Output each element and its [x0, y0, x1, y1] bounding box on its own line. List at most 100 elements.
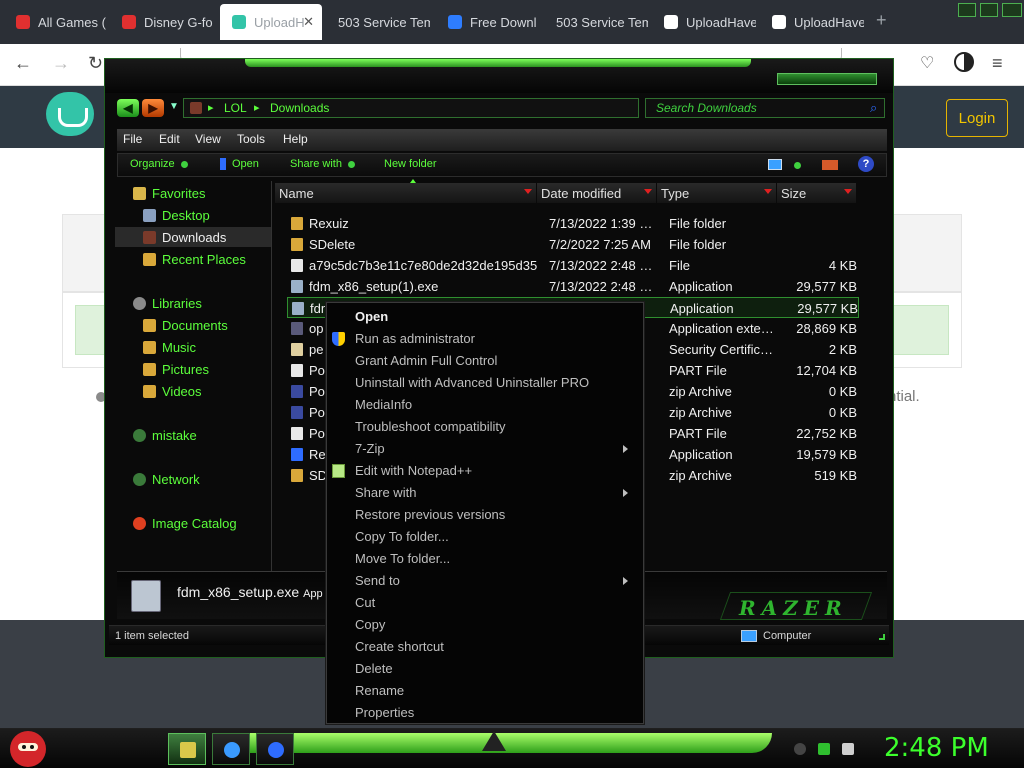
window-controls[interactable]	[777, 73, 877, 85]
explorer-title-bar[interactable]	[105, 59, 893, 93]
search-input[interactable]	[646, 99, 866, 117]
nav-item[interactable]: Image Catalog	[115, 513, 271, 533]
taskbar-internet-explorer-button[interactable]	[212, 733, 250, 765]
nav-item[interactable]: Downloads	[115, 227, 271, 247]
open-button[interactable]: Open	[220, 158, 259, 170]
menu-help[interactable]: Help	[283, 132, 308, 146]
app-menu-button[interactable]: ≡	[992, 53, 1003, 74]
menu-item[interactable]: Move To folder...	[327, 548, 643, 570]
menu-file[interactable]: File	[123, 132, 142, 146]
file-size: 12,704 KB	[796, 363, 857, 378]
file-row[interactable]: fdm_x86_setup(1).exe 7/13/2022 2:48 … Appl…	[287, 276, 859, 297]
nav-item[interactable]: Libraries	[115, 293, 271, 313]
new-folder-button[interactable]: New folder	[384, 158, 437, 170]
volume-icon[interactable]	[842, 743, 854, 755]
menu-item[interactable]: Copy To folder...	[327, 526, 643, 548]
search-icon[interactable]: ⌕	[870, 100, 877, 116]
menu-view[interactable]: View	[195, 132, 221, 146]
back-button[interactable]: ←	[14, 53, 32, 74]
show-desktop-icon[interactable]	[482, 731, 506, 751]
menu-tools[interactable]: Tools	[237, 132, 265, 146]
breadcrumb-downloads[interactable]: Downloads	[270, 101, 329, 115]
address-bar[interactable]: ▸ LOL ▸ Downloads ▼ ↻	[183, 98, 709, 118]
share-with-button[interactable]: Share with	[290, 158, 355, 170]
column-date[interactable]: Date modified	[537, 183, 657, 203]
history-dropdown-icon[interactable]: ▼	[169, 101, 179, 112]
resize-grip-icon[interactable]	[879, 634, 885, 640]
menu-item[interactable]: Send to	[327, 570, 643, 592]
browser-tab[interactable]: Free Downl	[436, 4, 540, 40]
file-row[interactable]: a79c5dc7b3e11c7e80de2d32de195d35 7/13/202…	[287, 255, 859, 276]
file-icon	[292, 302, 304, 315]
clock[interactable]: 2:48 PM	[884, 733, 989, 763]
browser-tab[interactable]: 503 Service Tem	[544, 4, 648, 40]
breadcrumb-lol[interactable]: LOL	[224, 101, 247, 115]
menu-item[interactable]: Rename	[327, 680, 643, 702]
organize-button[interactable]: Organize	[130, 158, 188, 170]
forward-button[interactable]: →	[52, 53, 70, 74]
nav-item[interactable]: Network	[115, 469, 271, 489]
menu-item[interactable]: Grant Admin Full Control	[327, 350, 643, 372]
back-arrow-icon[interactable]: ◀	[117, 99, 139, 117]
column-size[interactable]: Size	[777, 183, 857, 203]
site-logo-icon[interactable]	[46, 92, 94, 136]
account-icon[interactable]	[954, 52, 974, 72]
taskbar-firefox-button[interactable]	[256, 733, 294, 765]
menu-item[interactable]: Run as administrator	[327, 328, 643, 350]
menu-item[interactable]: Uninstall with Advanced Uninstaller PRO	[327, 372, 643, 394]
nav-item[interactable]: Favorites	[115, 183, 271, 203]
browser-tab[interactable]: UploadH ✕	[220, 4, 322, 40]
menu-item-label: Copy To folder...	[355, 529, 449, 544]
menu-edit[interactable]: Edit	[159, 132, 180, 146]
menu-item[interactable]: Properties	[327, 702, 643, 724]
pane-divider[interactable]	[271, 181, 272, 571]
nav-item[interactable]: Pictures	[115, 359, 271, 379]
tray-arrow-icon[interactable]	[794, 743, 806, 755]
new-tab-button[interactable]: +	[876, 10, 887, 31]
browser-tab[interactable]: All Games (	[4, 4, 108, 40]
nav-item[interactable]: mistake	[115, 425, 271, 445]
column-name[interactable]: Name	[275, 183, 537, 203]
nav-item[interactable]: Music	[115, 337, 271, 357]
browser-tab[interactable]: UploadHave	[652, 4, 756, 40]
maximize-button[interactable]	[980, 3, 998, 17]
search-box[interactable]: ⌕	[645, 98, 885, 118]
pocket-icon[interactable]: ♡	[920, 53, 934, 73]
menu-item[interactable]: Restore previous versions	[327, 504, 643, 526]
change-view-icon[interactable]	[768, 159, 782, 170]
nav-item[interactable]: Documents	[115, 315, 271, 335]
menu-item[interactable]: Copy	[327, 614, 643, 636]
forward-arrow-icon[interactable]: ▶	[142, 99, 164, 117]
reload-button[interactable]: ↻	[88, 53, 103, 74]
menu-item[interactable]: Share with	[327, 482, 643, 504]
column-type[interactable]: Type	[657, 183, 777, 203]
close-window-button[interactable]	[1002, 3, 1022, 17]
menu-item[interactable]: Troubleshoot compatibility	[327, 416, 643, 438]
menu-item[interactable]: Create shortcut	[327, 636, 643, 658]
application-icon	[131, 580, 161, 612]
menu-item[interactable]: Open	[327, 306, 643, 328]
file-size: 4 KB	[828, 258, 857, 273]
login-button[interactable]: Login	[946, 99, 1008, 137]
nav-item[interactable]: Desktop	[115, 205, 271, 225]
taskbar-explorer-button[interactable]	[168, 733, 206, 765]
nav-item[interactable]: Videos	[115, 381, 271, 401]
menu-item[interactable]: Cut	[327, 592, 643, 614]
help-icon[interactable]: ?	[858, 156, 874, 172]
network-tray-icon[interactable]	[818, 743, 830, 755]
menu-item[interactable]: Delete	[327, 658, 643, 680]
preview-pane-icon[interactable]	[822, 160, 838, 170]
browser-tab[interactable]: UploadHave	[760, 4, 864, 40]
browser-tab[interactable]: 503 Service Tem	[326, 4, 430, 40]
nav-item[interactable]: Recent Places	[115, 249, 271, 269]
menu-item[interactable]: 7-Zip	[327, 438, 643, 460]
close-tab-icon[interactable]: ✕	[303, 14, 314, 30]
menu-item[interactable]: MediaInfo	[327, 394, 643, 416]
view-dropdown-icon[interactable]	[794, 162, 801, 169]
file-row[interactable]: Rexuiz 7/13/2022 1:39 … File folder	[287, 213, 859, 234]
start-button-icon[interactable]	[10, 731, 46, 767]
browser-tab[interactable]: Disney G-fo	[110, 4, 214, 40]
menu-item[interactable]: Edit with Notepad++	[327, 460, 643, 482]
minimize-button[interactable]	[958, 3, 976, 17]
file-row[interactable]: SDelete 7/2/2022 7:25 AM File folder	[287, 234, 859, 255]
